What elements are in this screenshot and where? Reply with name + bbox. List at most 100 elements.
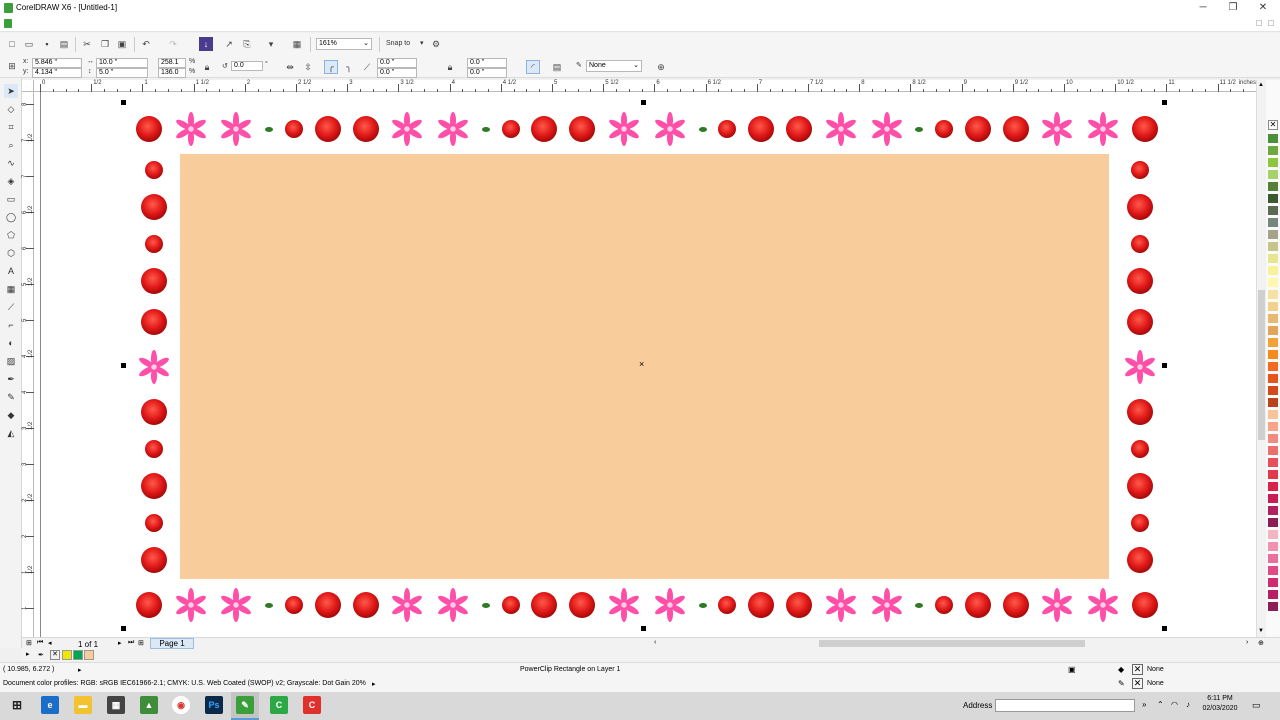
- next-page-icon[interactable]: ▸: [118, 639, 122, 647]
- dimension-tool-icon[interactable]: ⟋: [4, 300, 18, 314]
- color-swatch[interactable]: [1268, 206, 1278, 215]
- maximize-button[interactable]: ❐: [1218, 0, 1248, 16]
- coordinates-menu-icon[interactable]: ▸: [78, 666, 82, 674]
- color-swatch[interactable]: [1268, 314, 1278, 323]
- ellipse-tool-icon[interactable]: ◯: [4, 210, 18, 224]
- lock-corners-icon[interactable]: 🔒︎: [443, 60, 457, 74]
- fill-none-swatch[interactable]: ✕: [1132, 664, 1143, 675]
- scalloped-corner-icon[interactable]: ╮: [342, 60, 356, 74]
- no-color-swatch[interactable]: ✕: [1268, 120, 1278, 130]
- cut-icon[interactable]: ✂: [80, 37, 94, 51]
- pick-tool-icon[interactable]: ➤: [4, 84, 18, 98]
- crop-tool-icon[interactable]: ⌗: [4, 120, 18, 134]
- first-page-icon[interactable]: ⏮: [37, 639, 43, 647]
- selection-handle[interactable]: [641, 100, 646, 105]
- eyedropper-icon[interactable]: ✒: [38, 651, 44, 659]
- color-swatch[interactable]: [1268, 422, 1278, 431]
- color-swatch[interactable]: [1268, 338, 1278, 347]
- color-swatch[interactable]: [1268, 374, 1278, 383]
- color-swatch[interactable]: [1268, 458, 1278, 467]
- color-swatch[interactable]: [1268, 482, 1278, 491]
- page-options-icon[interactable]: ⊞: [26, 639, 32, 647]
- color-swatch[interactable]: [1268, 170, 1278, 179]
- file-explorer-icon[interactable]: ▬: [74, 696, 92, 714]
- notifications-icon[interactable]: ▭: [1252, 700, 1261, 711]
- application-launcher-icon[interactable]: ▾: [264, 37, 278, 51]
- document-palette-menu-icon[interactable]: ▸: [26, 650, 30, 658]
- document-color-swatch[interactable]: [84, 650, 94, 660]
- transparency-tool-icon[interactable]: ▨: [4, 354, 18, 368]
- color-swatch[interactable]: [1268, 302, 1278, 311]
- polygon-tool-icon[interactable]: ⬠: [4, 228, 18, 242]
- wrap-text-icon[interactable]: ▤: [550, 60, 564, 74]
- print-icon[interactable]: ▤: [57, 37, 71, 51]
- round-corner-icon[interactable]: ╭: [324, 60, 338, 74]
- color-swatch[interactable]: [1268, 554, 1278, 563]
- smart-fill-icon[interactable]: ◈: [4, 174, 18, 188]
- text-tool-icon[interactable]: A: [4, 264, 18, 278]
- corner-bottom-right-field[interactable]: 0.0 ": [467, 68, 507, 78]
- rotation-center-icon[interactable]: ×: [639, 360, 644, 369]
- export-icon[interactable]: ↗: [222, 37, 236, 51]
- outline-none-swatch[interactable]: ✕: [1132, 678, 1143, 689]
- copy-icon[interactable]: ❐: [98, 37, 112, 51]
- doc-restore-icon[interactable]: [1256, 20, 1262, 26]
- corner-top-right-field[interactable]: 0.0 ": [467, 58, 507, 68]
- color-swatch[interactable]: [1268, 590, 1278, 599]
- rotation-angle-field[interactable]: 0.0: [231, 61, 263, 71]
- selection-handle[interactable]: [1162, 363, 1167, 368]
- publish-pdf-icon[interactable]: ⎘: [240, 37, 254, 51]
- selection-handle[interactable]: [1162, 626, 1167, 631]
- x-position-field[interactable]: 5.846 ": [32, 58, 82, 68]
- zoom-tool-icon[interactable]: ⌕: [4, 138, 18, 152]
- new-document-icon[interactable]: □: [5, 37, 19, 51]
- color-swatch[interactable]: [1268, 470, 1278, 479]
- color-swatch[interactable]: [1268, 254, 1278, 263]
- welcome-screen-icon[interactable]: ▦: [290, 37, 304, 51]
- tray-overflow-icon[interactable]: ⌃: [1157, 700, 1164, 709]
- color-swatch[interactable]: [1268, 158, 1278, 167]
- blend-tool-icon[interactable]: ◐: [4, 336, 18, 350]
- color-swatch[interactable]: [1268, 518, 1278, 527]
- scroll-up-icon[interactable]: ▲: [1258, 82, 1264, 88]
- color-swatch[interactable]: [1268, 230, 1278, 239]
- scale-height-field[interactable]: 136.0: [158, 68, 186, 78]
- no-color-swatch[interactable]: ✕: [50, 650, 60, 660]
- coreldraw-x6-icon[interactable]: ✎: [236, 696, 254, 714]
- undo-icon[interactable]: ↶: [139, 37, 153, 51]
- toolbar-chevron-icon[interactable]: »: [1142, 700, 1146, 709]
- snap-to-button[interactable]: Snap to: [386, 40, 410, 47]
- selection-handle[interactable]: [121, 626, 126, 631]
- fill-bucket-icon[interactable]: ◆: [1118, 665, 1124, 674]
- color-swatch[interactable]: [1268, 266, 1278, 275]
- color-swatch[interactable]: [1268, 146, 1278, 155]
- paste-icon[interactable]: ▣: [115, 37, 129, 51]
- color-swatch[interactable]: [1268, 182, 1278, 191]
- color-swatch[interactable]: [1268, 566, 1278, 575]
- connector-tool-icon[interactable]: ⌐: [4, 318, 18, 332]
- color-swatch[interactable]: [1268, 542, 1278, 551]
- freehand-tool-icon[interactable]: ∿: [4, 156, 18, 170]
- chrome-icon[interactable]: ◉: [172, 696, 190, 714]
- color-swatch[interactable]: [1268, 362, 1278, 371]
- color-swatch[interactable]: [1268, 326, 1278, 335]
- interactive-fill-icon[interactable]: ◭: [4, 426, 18, 440]
- scale-width-field[interactable]: 258.1: [158, 58, 186, 68]
- lock-ratio-icon[interactable]: 🔒︎: [200, 60, 214, 74]
- color-swatch[interactable]: [1268, 410, 1278, 419]
- minimize-button[interactable]: ─: [1188, 0, 1218, 16]
- color-swatch[interactable]: [1268, 578, 1278, 587]
- selection-handle[interactable]: [641, 626, 646, 631]
- scroll-right-icon[interactable]: ›: [1246, 639, 1248, 646]
- options-icon[interactable]: ⚙: [429, 37, 443, 51]
- color-swatch[interactable]: [1268, 290, 1278, 299]
- vertical-scroll-thumb[interactable]: [1258, 290, 1265, 440]
- color-proof-icon[interactable]: ▣: [1068, 665, 1076, 674]
- color-swatch[interactable]: [1268, 434, 1278, 443]
- last-page-icon[interactable]: ⏭: [128, 639, 134, 647]
- navigator-icon[interactable]: ⊕: [1258, 639, 1264, 647]
- document-color-swatch[interactable]: [62, 650, 72, 660]
- floral-border-frame[interactable]: [130, 104, 1164, 630]
- table-tool-icon[interactable]: ▦: [4, 282, 18, 296]
- horizontal-scroll-thumb[interactable]: [819, 640, 1085, 647]
